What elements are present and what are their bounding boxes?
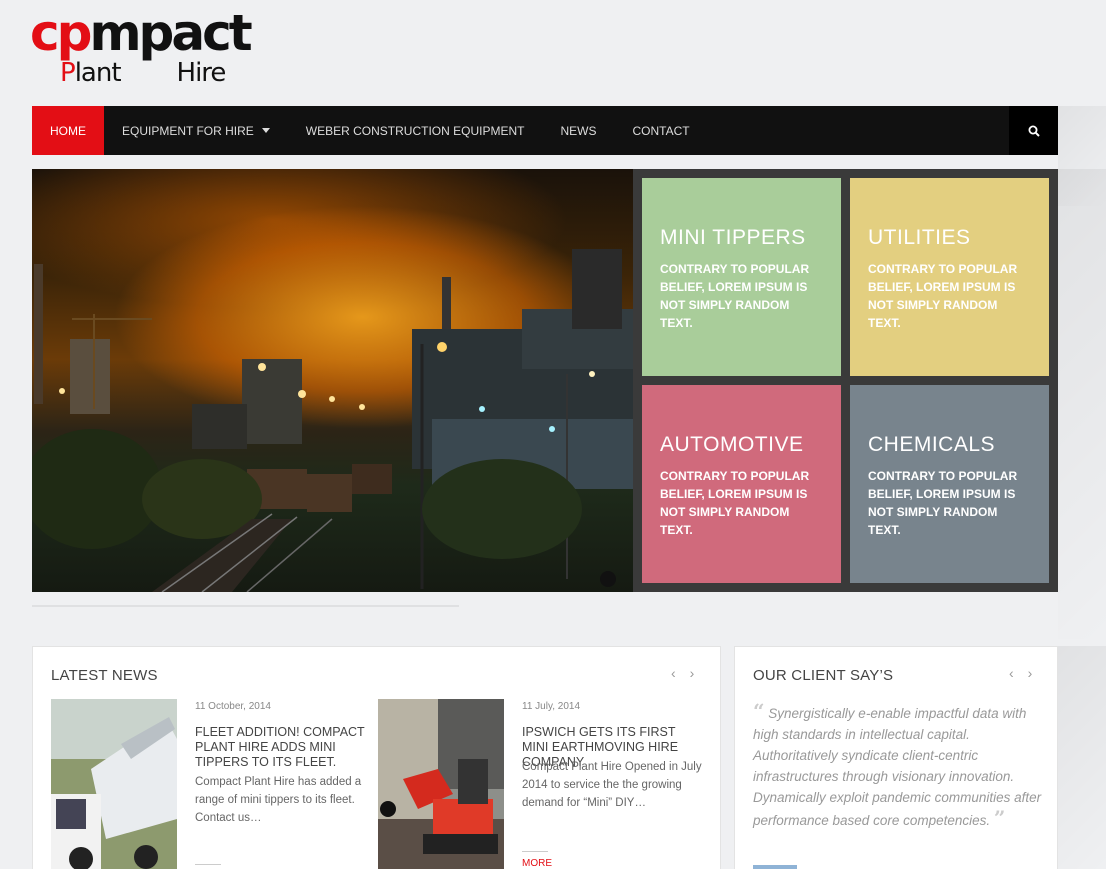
news-thumbnail[interactable] <box>378 699 504 869</box>
category-tiles: MINI TIPPERS CONTRARY TO POPULAR BELIEF,… <box>642 178 1049 583</box>
tile-text: CONTRARY TO POPULAR BELIEF, LOREM IPSUM … <box>660 469 810 537</box>
tile-title: AUTOMOTIVE <box>660 433 804 456</box>
chevron-left-icon[interactable]: ‹ <box>671 665 690 681</box>
tile-mini-tippers[interactable]: MINI TIPPERS CONTRARY TO POPULAR BELIEF,… <box>642 178 841 376</box>
tile-utilities[interactable]: UTILITIES CONTRARY TO POPULAR BELIEF, LO… <box>850 178 1049 376</box>
news-date: 11 July, 2014 <box>522 701 581 712</box>
tile-title: CHEMICALS <box>868 433 996 456</box>
hero: MINI TIPPERS CONTRARY TO POPULAR BELIEF,… <box>32 169 1058 592</box>
news-date: 11 October, 2014 <box>195 701 271 712</box>
nav-contact-label: CONTACT <box>632 123 690 138</box>
tipper-truck-image <box>51 699 177 869</box>
more-divider <box>522 851 548 852</box>
tile-text: CONTRARY TO POPULAR BELIEF, LOREM IPSUM … <box>660 262 810 330</box>
news-excerpt: Compact Plant Hire has added a range of … <box>195 776 362 824</box>
chevron-right-icon[interactable]: › <box>1028 665 1047 681</box>
nav-contact[interactable]: CONTACT <box>614 106 707 155</box>
site-logo[interactable]: cpmpact Plant Hire <box>30 8 270 92</box>
tile-title: UTILITIES <box>868 226 971 249</box>
nav-news[interactable]: NEWS <box>542 106 614 155</box>
news-excerpt: Compact Plant Hire Opened in July 2014 t… <box>522 761 702 809</box>
news-title[interactable]: FLEET ADDITION! COMPACT PLANT HIRE ADDS … <box>195 725 375 770</box>
news-carousel-arrows: ‹› <box>671 665 708 681</box>
latest-news-title: LATEST NEWS <box>51 667 158 684</box>
close-quote-icon: ” <box>993 806 1006 830</box>
industrial-night-scene <box>32 249 633 592</box>
more-divider <box>195 864 221 865</box>
search-icon <box>1028 125 1040 137</box>
page: cpmpact Plant Hire HOME EQUIPMENT FOR HIR… <box>0 0 1106 869</box>
nav-equipment-label: EQUIPMENT FOR HIRE <box>122 123 254 138</box>
nav-home[interactable]: HOME <box>32 106 104 155</box>
tile-text: CONTRARY TO POPULAR BELIEF, LOREM IPSUM … <box>868 262 1018 330</box>
logo-wordmark: cpmpact <box>30 4 253 62</box>
tile-chemicals[interactable]: CHEMICALS CONTRARY TO POPULAR BELIEF, LO… <box>850 385 1049 583</box>
main-nav: HOME EQUIPMENT FOR HIRE WEBER CONSTRUCTI… <box>32 106 1058 155</box>
tile-automotive[interactable]: AUTOMOTIVE CONTRARY TO POPULAR BELIEF, L… <box>642 385 841 583</box>
chevron-right-icon[interactable]: › <box>690 665 709 681</box>
news-thumbnail[interactable] <box>51 699 177 869</box>
nav-equipment-for-hire[interactable]: EQUIPMENT FOR HIRE <box>104 106 288 155</box>
open-quote-icon: “ <box>753 699 765 723</box>
chevron-left-icon[interactable]: ‹ <box>1009 665 1028 681</box>
client-avatar <box>753 865 797 869</box>
nav-weber[interactable]: WEBER CONSTRUCTION EQUIPMENT <box>288 106 543 155</box>
hero-image <box>32 169 633 592</box>
divider <box>32 605 459 607</box>
more-link[interactable]: MORE <box>522 858 552 869</box>
nav-home-label: HOME <box>50 123 86 138</box>
search-button[interactable] <box>1009 106 1058 155</box>
latest-news-card: LATEST NEWS ‹› 11 October, 2014 FLEET AD… <box>32 646 721 869</box>
nav-news-label: NEWS <box>560 123 597 138</box>
chevron-down-icon <box>261 128 270 133</box>
client-testimonials-title: OUR CLIENT SAY’S <box>753 667 894 684</box>
nav-weber-label: WEBER CONSTRUCTION EQUIPMENT <box>305 123 525 138</box>
testimonial-carousel-arrows: ‹› <box>1009 665 1046 681</box>
testimonial-quote: “ Synergistically e-enable impactful dat… <box>753 701 1043 831</box>
logo-subtitle: Plant Hire <box>60 58 226 88</box>
client-testimonials-card: OUR CLIENT SAY’S ‹› “ Synergistically e-… <box>734 646 1058 869</box>
tile-text: CONTRARY TO POPULAR BELIEF, LOREM IPSUM … <box>868 469 1018 537</box>
hero-shadow <box>1058 169 1106 639</box>
card-shadow <box>1058 646 1106 869</box>
tile-title: MINI TIPPERS <box>660 226 806 249</box>
mini-excavator-image <box>378 699 504 869</box>
